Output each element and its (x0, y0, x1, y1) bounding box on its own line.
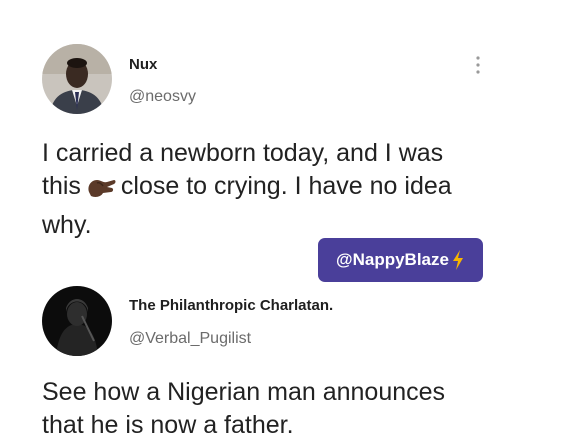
more-vertical-icon[interactable] (470, 54, 486, 76)
avatar-nux[interactable] (42, 44, 112, 114)
display-name[interactable]: The Philanthropic Charlatan. (129, 297, 333, 314)
tweet-text-line: I carried a newborn today, and I was (42, 139, 444, 167)
pinching-hand-icon (85, 174, 117, 209)
tweet-text: See how a Nigerian man announces that he… (42, 376, 552, 442)
tweet-text-line: that he is now a father. (42, 411, 294, 439)
handle[interactable]: @Verbal_Pugilist (129, 330, 251, 348)
handle[interactable]: @neosvy (129, 88, 196, 106)
watermark-badge: @NappyBlaze (318, 238, 483, 282)
avatar-philanthropic-charlatan[interactable] (42, 286, 112, 356)
tweet-2: The Philanthropic Charlatan. @Verbal_Pug… (0, 280, 569, 446)
display-name[interactable]: Nux (129, 56, 157, 73)
watermark-label: @NappyBlaze (336, 250, 449, 269)
tweet-text-word: this (42, 172, 81, 200)
tweet-text-word: close to crying. I have no idea (120, 172, 452, 200)
tweet-text-line: this close to crying. I have no idea (42, 170, 542, 209)
tweet-1: Nux @neosvy I carried a newborn today, a… (0, 0, 569, 239)
lightning-icon (451, 249, 465, 271)
tweet-text-line: See how a Nigerian man announces (42, 378, 446, 406)
tweet-text: I carried a newborn today, and I was thi… (42, 137, 542, 242)
